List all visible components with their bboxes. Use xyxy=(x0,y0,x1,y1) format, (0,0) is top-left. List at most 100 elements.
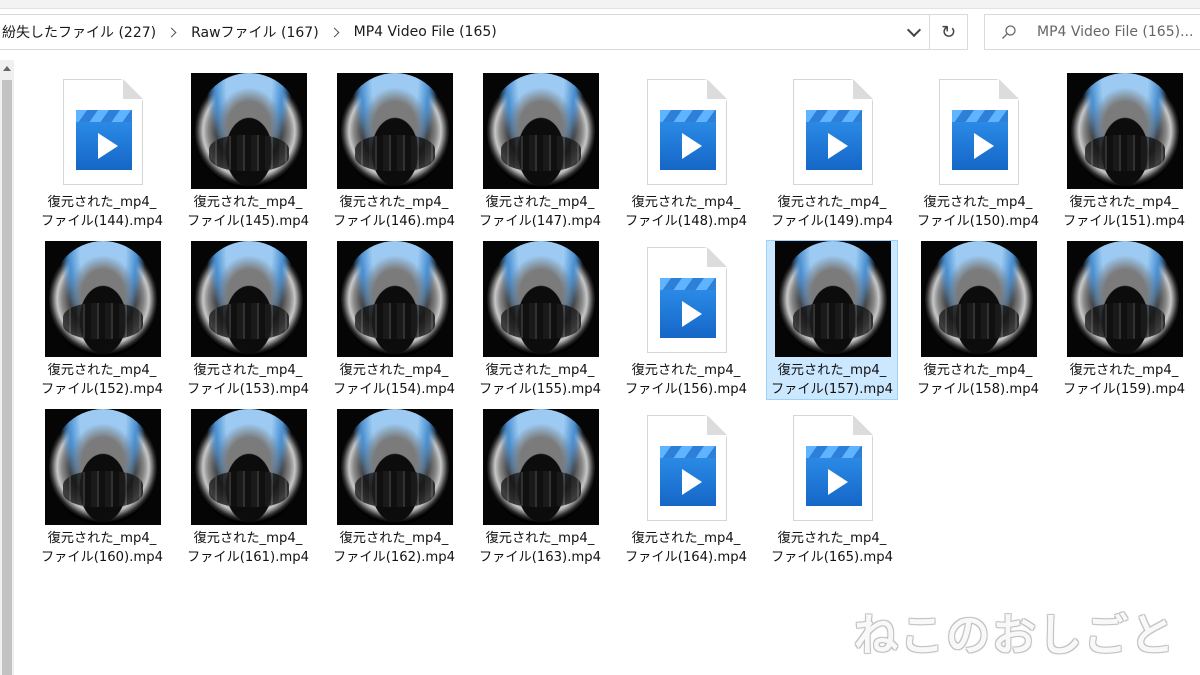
breadcrumb-item-mp4-files[interactable]: MP4 Video File (165) xyxy=(352,24,499,40)
breadcrumb: 紛失したファイル (227) Rawファイル (167) MP4 Video F… xyxy=(0,15,499,49)
file-item[interactable]: 復元された_mp4_ ファイル(163).mp4 xyxy=(474,408,606,568)
video-thumbnail xyxy=(45,409,161,525)
file-name: 復元された_mp4_ ファイル(165).mp4 xyxy=(767,529,897,567)
file-item[interactable]: 復元された_mp4_ ファイル(160).mp4 xyxy=(36,408,168,568)
refresh-button[interactable]: ↻ xyxy=(930,14,968,50)
video-thumbnail xyxy=(775,241,891,357)
file-name-line2: ファイル(150).mp4 xyxy=(916,214,1039,229)
file-item[interactable]: 復元された_mp4_ ファイル(158).mp4 xyxy=(912,240,1044,400)
file-item[interactable]: 復元された_mp4_ ファイル(157).mp4 xyxy=(766,240,898,400)
file-name-line1: 復元された_mp4_ xyxy=(631,363,741,378)
file-name-line2: ファイル(156).mp4 xyxy=(624,382,747,397)
file-name-line2: ファイル(147).mp4 xyxy=(478,214,601,229)
file-item[interactable]: 復元された_mp4_ ファイル(152).mp4 xyxy=(36,240,168,400)
breadcrumb-item-lost-files[interactable]: 紛失したファイル (227) xyxy=(0,22,158,42)
file-item[interactable]: 復元された_mp4_ ファイル(146).mp4 xyxy=(328,72,460,232)
chevron-right-icon[interactable] xyxy=(329,27,340,37)
file-name-line1: 復元された_mp4_ xyxy=(47,195,157,210)
file-name-line1: 復元された_mp4_ xyxy=(485,531,595,546)
video-thumbnail xyxy=(921,241,1037,357)
video-thumbnail xyxy=(337,73,453,189)
file-name: 復元された_mp4_ ファイル(152).mp4 xyxy=(37,361,167,399)
file-name: 復元された_mp4_ ファイル(160).mp4 xyxy=(37,529,167,567)
file-name: 復元された_mp4_ ファイル(156).mp4 xyxy=(621,361,751,399)
file-name-line2: ファイル(158).mp4 xyxy=(916,382,1039,397)
file-name-line2: ファイル(148).mp4 xyxy=(624,214,747,229)
search-input[interactable]: MP4 Video File (165)... xyxy=(1037,24,1193,40)
watermark-logo: ねこのおしごと xyxy=(854,610,1176,661)
file-item[interactable]: 復元された_mp4_ ファイル(154).mp4 xyxy=(328,240,460,400)
file-name: 復元された_mp4_ ファイル(154).mp4 xyxy=(329,361,459,399)
file-name-line1: 復元された_mp4_ xyxy=(193,363,303,378)
file-item[interactable]: 復元された_mp4_ ファイル(161).mp4 xyxy=(182,408,314,568)
chevron-down-icon[interactable] xyxy=(906,22,922,38)
file-name: 復元された_mp4_ ファイル(162).mp4 xyxy=(329,529,459,567)
file-name-line2: ファイル(153).mp4 xyxy=(186,382,309,397)
breadcrumb-item-raw-files[interactable]: Rawファイル (167) xyxy=(189,22,321,42)
file-name: 復元された_mp4_ ファイル(147).mp4 xyxy=(475,193,605,231)
file-item[interactable]: 復元された_mp4_ ファイル(144).mp4 xyxy=(36,72,168,232)
video-file-icon xyxy=(629,241,745,357)
file-name-line1: 復元された_mp4_ xyxy=(485,195,595,210)
file-name-line1: 復元された_mp4_ xyxy=(339,531,449,546)
video-file-icon xyxy=(629,409,745,525)
file-item[interactable]: 復元された_mp4_ ファイル(164).mp4 xyxy=(620,408,752,568)
file-item[interactable]: 復元された_mp4_ ファイル(147).mp4 xyxy=(474,72,606,232)
file-name: 復元された_mp4_ ファイル(153).mp4 xyxy=(183,361,313,399)
file-name: 復元された_mp4_ ファイル(144).mp4 xyxy=(37,193,167,231)
file-item[interactable]: 復元された_mp4_ ファイル(156).mp4 xyxy=(620,240,752,400)
file-name-line1: 復元された_mp4_ xyxy=(193,195,303,210)
search-box[interactable]: MP4 Video File (165)... xyxy=(984,14,1200,50)
video-thumbnail xyxy=(483,73,599,189)
file-name: 復元された_mp4_ ファイル(150).mp4 xyxy=(913,193,1043,231)
file-name-line2: ファイル(146).mp4 xyxy=(332,214,455,229)
video-thumbnail xyxy=(1067,73,1183,189)
file-name-line2: ファイル(162).mp4 xyxy=(332,550,455,565)
file-name-line2: ファイル(157).mp4 xyxy=(770,382,893,397)
file-name-line2: ファイル(163).mp4 xyxy=(478,550,601,565)
file-name-line1: 復元された_mp4_ xyxy=(339,195,449,210)
file-name: 復元された_mp4_ ファイル(164).mp4 xyxy=(621,529,751,567)
video-file-icon xyxy=(921,73,1037,189)
file-name: 復元された_mp4_ ファイル(148).mp4 xyxy=(621,193,751,231)
file-name-line2: ファイル(165).mp4 xyxy=(770,550,893,565)
file-item[interactable]: 復元された_mp4_ ファイル(159).mp4 xyxy=(1058,240,1190,400)
video-file-icon xyxy=(629,73,745,189)
file-name-line2: ファイル(155).mp4 xyxy=(478,382,601,397)
file-name-line2: ファイル(144).mp4 xyxy=(40,214,163,229)
file-name-line1: 復元された_mp4_ xyxy=(777,363,887,378)
file-name-line1: 復元された_mp4_ xyxy=(1069,363,1179,378)
file-name: 復元された_mp4_ ファイル(155).mp4 xyxy=(475,361,605,399)
file-item[interactable]: 復元された_mp4_ ファイル(149).mp4 xyxy=(766,72,898,232)
file-name: 復元された_mp4_ ファイル(149).mp4 xyxy=(767,193,897,231)
file-item[interactable]: 復元された_mp4_ ファイル(150).mp4 xyxy=(912,72,1044,232)
video-thumbnail xyxy=(337,409,453,525)
file-name-line1: 復元された_mp4_ xyxy=(631,531,741,546)
file-item[interactable]: 復元された_mp4_ ファイル(151).mp4 xyxy=(1058,72,1190,232)
file-name-line2: ファイル(151).mp4 xyxy=(1062,214,1185,229)
file-item[interactable]: 復元された_mp4_ ファイル(155).mp4 xyxy=(474,240,606,400)
file-item[interactable]: 復元された_mp4_ ファイル(148).mp4 xyxy=(620,72,752,232)
window-top-strip xyxy=(0,0,1200,9)
file-item[interactable]: 復元された_mp4_ ファイル(162).mp4 xyxy=(328,408,460,568)
vertical-scrollbar[interactable] xyxy=(0,60,14,675)
file-name-line2: ファイル(161).mp4 xyxy=(186,550,309,565)
file-name-line2: ファイル(149).mp4 xyxy=(770,214,893,229)
file-item[interactable]: 復元された_mp4_ ファイル(165).mp4 xyxy=(766,408,898,568)
file-name: 復元された_mp4_ ファイル(158).mp4 xyxy=(913,361,1043,399)
file-name-line2: ファイル(154).mp4 xyxy=(332,382,455,397)
video-thumbnail xyxy=(483,409,599,525)
file-name: 復元された_mp4_ ファイル(146).mp4 xyxy=(329,193,459,231)
file-name-line2: ファイル(159).mp4 xyxy=(1062,382,1185,397)
file-item[interactable]: 復元された_mp4_ ファイル(153).mp4 xyxy=(182,240,314,400)
file-name: 復元された_mp4_ ファイル(157).mp4 xyxy=(767,361,897,399)
file-name: 復元された_mp4_ ファイル(163).mp4 xyxy=(475,529,605,567)
file-name-line1: 復元された_mp4_ xyxy=(47,363,157,378)
file-item[interactable]: 復元された_mp4_ ファイル(145).mp4 xyxy=(182,72,314,232)
scroll-up-arrow-icon[interactable] xyxy=(3,66,11,71)
search-icon xyxy=(1001,24,1029,40)
scrollbar-thumb[interactable] xyxy=(2,80,12,675)
address-bar[interactable]: 紛失したファイル (227) Rawファイル (167) MP4 Video F… xyxy=(0,14,930,50)
file-name: 復元された_mp4_ ファイル(161).mp4 xyxy=(183,529,313,567)
chevron-right-icon[interactable] xyxy=(166,27,177,37)
